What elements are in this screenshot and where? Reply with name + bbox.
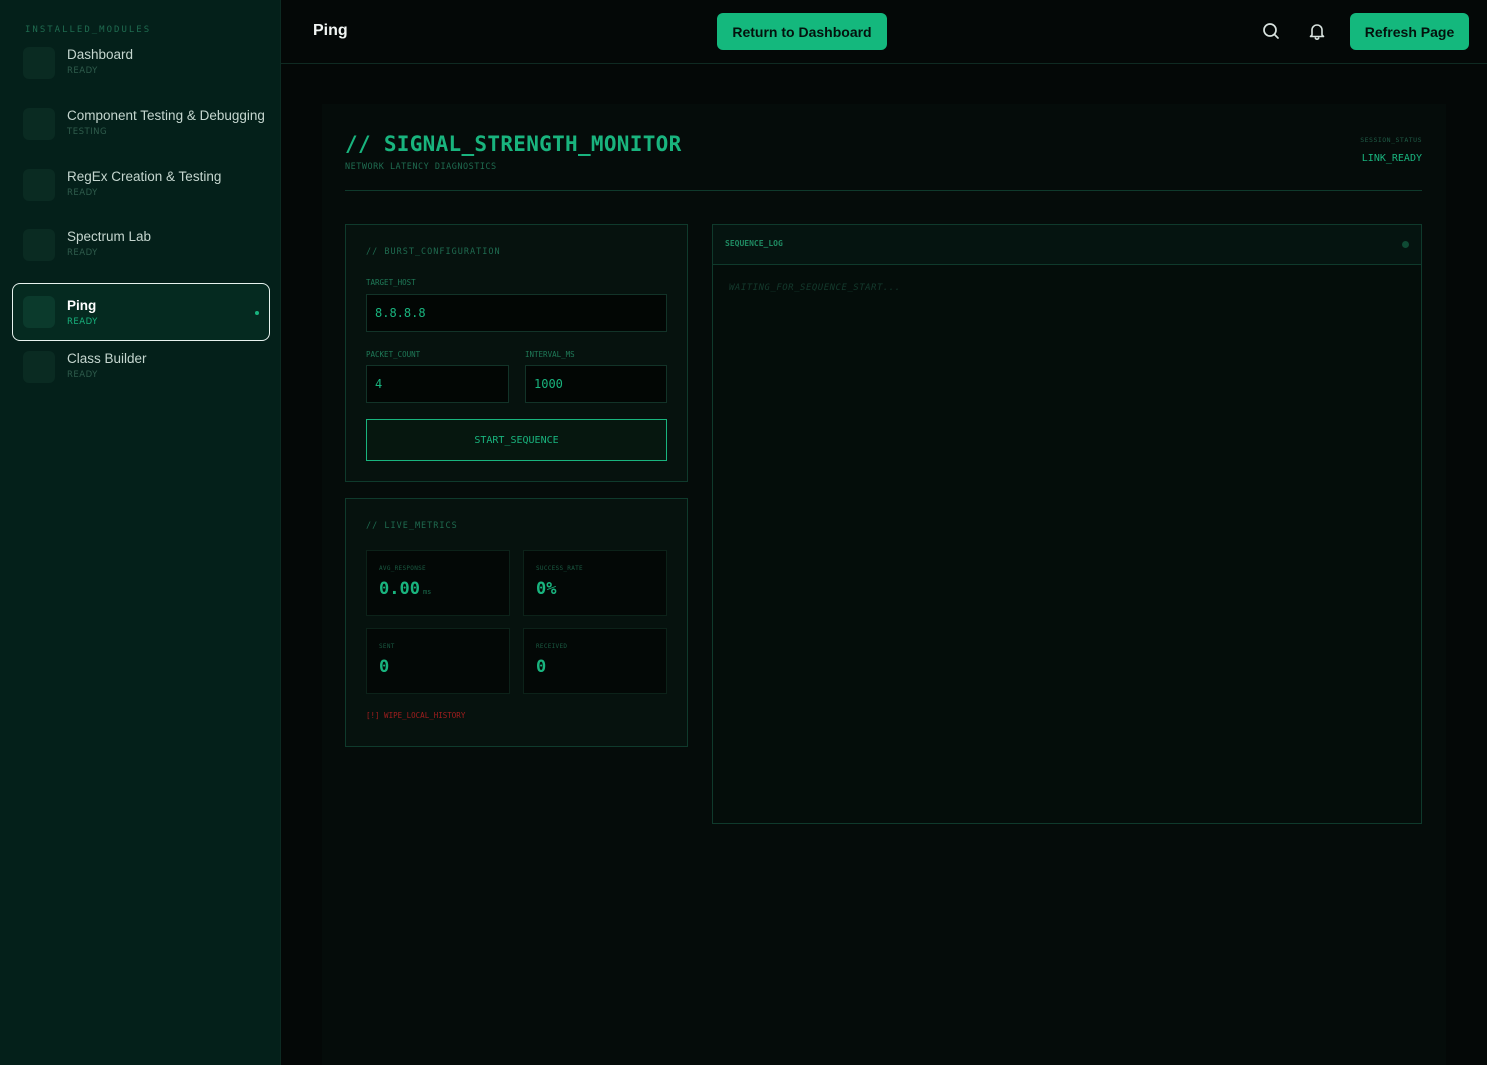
sidebar-item-ping[interactable]: Ping READY — [12, 283, 270, 341]
received-value: 0 — [536, 657, 547, 677]
success-rate-metric: SUCCESS_RATE 0% — [523, 550, 667, 616]
live-metrics-card: // LIVE_METRICS AVG_RESPONSE 0.00 ms SUCC… — [345, 498, 688, 747]
metric-value: 0.00 ms — [379, 579, 431, 599]
metric-label: SUCCESS_RATE — [536, 565, 583, 572]
sidebar-item-class-builder[interactable]: Class Builder READY — [12, 337, 270, 395]
sent-metric: SENT 0 — [366, 628, 510, 694]
refresh-page-button[interactable]: Refresh Page — [1350, 13, 1469, 50]
log-title: SEQUENCE_LOG — [725, 239, 783, 248]
burst-configuration-card: // BURST_CONFIGURATION TARGET_HOST PACKE… — [345, 224, 688, 482]
interval-ms-input[interactable] — [525, 365, 667, 403]
sidebar-item-label: Class Builder — [67, 351, 147, 366]
session-status-value: LINK_READY — [1361, 153, 1422, 164]
avg-response-unit: ms — [422, 588, 432, 596]
sidebar-item-dashboard[interactable]: Dashboard READY — [12, 33, 270, 91]
module-icon — [23, 169, 55, 201]
module-icon — [23, 108, 55, 140]
monitor-subtitle: NETWORK LATENCY DIAGNOSTICS — [345, 162, 497, 172]
module-icon — [23, 351, 55, 383]
module-icon — [23, 47, 55, 79]
log-header: SEQUENCE_LOG — [713, 225, 1421, 265]
interval-ms-label: INTERVAL_MS — [525, 350, 575, 359]
metric-label: AVG_RESPONSE — [379, 565, 426, 572]
sidebar-item-spectrum-lab[interactable]: Spectrum Lab READY — [12, 215, 270, 273]
sidebar: INSTALLED_MODULES Dashboard READY Compon… — [0, 0, 281, 1065]
main-panel: // SIGNAL_STRENGTH_MONITOR NETWORK LATEN… — [322, 104, 1446, 1065]
page-title: Ping — [313, 22, 348, 39]
sidebar-item-label: Dashboard — [67, 47, 134, 62]
log-placeholder: WAITING_FOR_SEQUENCE_START... — [729, 283, 901, 293]
header-divider — [345, 190, 1422, 191]
metric-label: RECEIVED — [536, 643, 568, 650]
module-icon — [23, 229, 55, 261]
sent-value: 0 — [379, 657, 390, 677]
received-metric: RECEIVED 0 — [523, 628, 667, 694]
sidebar-item-status: TESTING — [67, 127, 108, 137]
monitor-title: // SIGNAL_STRENGTH_MONITOR — [345, 132, 682, 156]
metric-label: SENT — [379, 643, 395, 650]
sidebar-item-label: RegEx Creation & Testing — [67, 169, 222, 184]
sidebar-item-status: READY — [67, 370, 98, 380]
avg-response-metric: AVG_RESPONSE 0.00 ms — [366, 550, 510, 616]
sidebar-item-status: READY — [67, 248, 98, 258]
sidebar-item-component-testing[interactable]: Component Testing & Debugging TESTING — [12, 94, 270, 152]
bell-icon[interactable] — [1307, 21, 1327, 41]
sidebar-item-status: READY — [67, 317, 98, 327]
avg-response-value: 0.00 — [379, 579, 420, 599]
module-icon — [23, 296, 55, 328]
wipe-local-history-link[interactable]: [!] WIPE_LOCAL_HISTORY — [366, 711, 465, 720]
sidebar-item-status: READY — [67, 188, 98, 198]
card-title: // LIVE_METRICS — [366, 521, 458, 531]
sidebar-item-regex[interactable]: RegEx Creation & Testing READY — [12, 155, 270, 213]
target-host-input[interactable] — [366, 294, 667, 332]
start-sequence-button[interactable]: START_SEQUENCE — [366, 419, 667, 461]
session-status-label: SESSION_STATUS — [1360, 136, 1422, 144]
target-host-label: TARGET_HOST — [366, 278, 416, 287]
sidebar-item-label: Ping — [67, 298, 97, 313]
sidebar-item-status: READY — [67, 66, 98, 76]
top-header: Ping Return to Dashboard Refresh Page — [281, 0, 1487, 64]
search-icon[interactable] — [1261, 21, 1281, 41]
sidebar-item-label: Component Testing & Debugging — [67, 108, 265, 123]
packet-count-label: PACKET_COUNT — [366, 350, 421, 359]
sequence-log-panel: SEQUENCE_LOG WAITING_FOR_SEQUENCE_START.… — [712, 224, 1422, 824]
status-dot-icon — [1402, 241, 1409, 248]
active-indicator-dot — [255, 311, 259, 315]
return-to-dashboard-button[interactable]: Return to Dashboard — [717, 13, 887, 50]
sidebar-item-label: Spectrum Lab — [67, 229, 152, 244]
success-rate-value: 0% — [536, 579, 557, 599]
card-title: // BURST_CONFIGURATION — [366, 247, 501, 257]
packet-count-input[interactable] — [366, 365, 509, 403]
